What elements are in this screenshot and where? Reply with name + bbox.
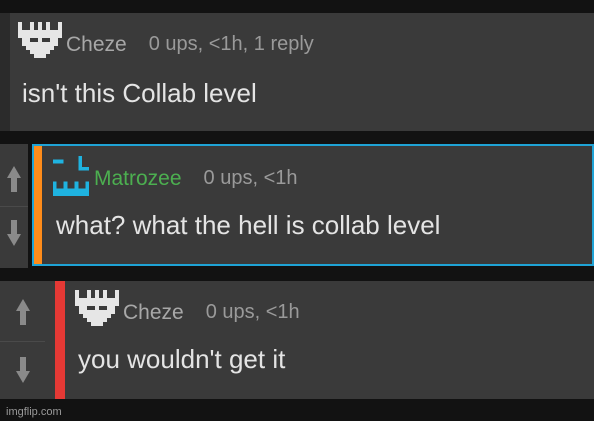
arrow-down-icon (11, 355, 35, 385)
comment-1-username[interactable]: Cheze (66, 33, 127, 57)
comment-2-accent (34, 146, 42, 264)
comment-1-vote-column (0, 13, 10, 131)
vote-divider (0, 341, 45, 342)
downvote-button[interactable] (0, 343, 45, 397)
comment-3-vote-column (0, 281, 45, 399)
comment-2-vote-column (0, 144, 28, 268)
comment-1: Cheze 0 ups, <1h, 1 reply isn't this Col… (0, 13, 594, 131)
pixel-crest-icon (75, 289, 119, 336)
comment-2-header: Matrozee 0 ups, <1h (52, 156, 298, 201)
comment-2-username[interactable]: Matrozee (94, 167, 182, 191)
upvote-button[interactable] (0, 285, 45, 339)
comment-1-header: Cheze 0 ups, <1h, 1 reply (18, 21, 314, 68)
comment-2-body: Matrozee 0 ups, <1h what? what the hell … (32, 144, 594, 266)
comment-3-text: you wouldn't get it (78, 344, 286, 374)
comment-2: Matrozee 0 ups, <1h what? what the hell … (0, 144, 594, 268)
comment-2-meta: 0 ups, <1h (203, 167, 298, 189)
comment-3-meta: 0 ups, <1h (205, 301, 300, 323)
pixel-castle-icon (52, 156, 90, 201)
arrow-up-icon (2, 164, 26, 194)
comment-1-text: isn't this Collab level (22, 78, 257, 108)
comment-1-meta: 0 ups, <1h, 1 reply (148, 33, 314, 55)
watermark: imgflip.com (6, 406, 62, 418)
comment-3-accent (55, 281, 65, 399)
arrow-up-icon (11, 297, 35, 327)
upvote-button[interactable] (0, 154, 28, 204)
comment-2-text: what? what the hell is collab level (56, 210, 441, 240)
comment-3: Cheze 0 ups, <1h you wouldn't get it (0, 281, 594, 399)
vote-divider (0, 206, 28, 207)
downvote-button[interactable] (0, 208, 28, 258)
pixel-crest-icon (18, 21, 62, 68)
comment-3-username[interactable]: Cheze (123, 301, 184, 325)
arrow-down-icon (2, 218, 26, 248)
comment-3-header: Cheze 0 ups, <1h (75, 289, 300, 336)
